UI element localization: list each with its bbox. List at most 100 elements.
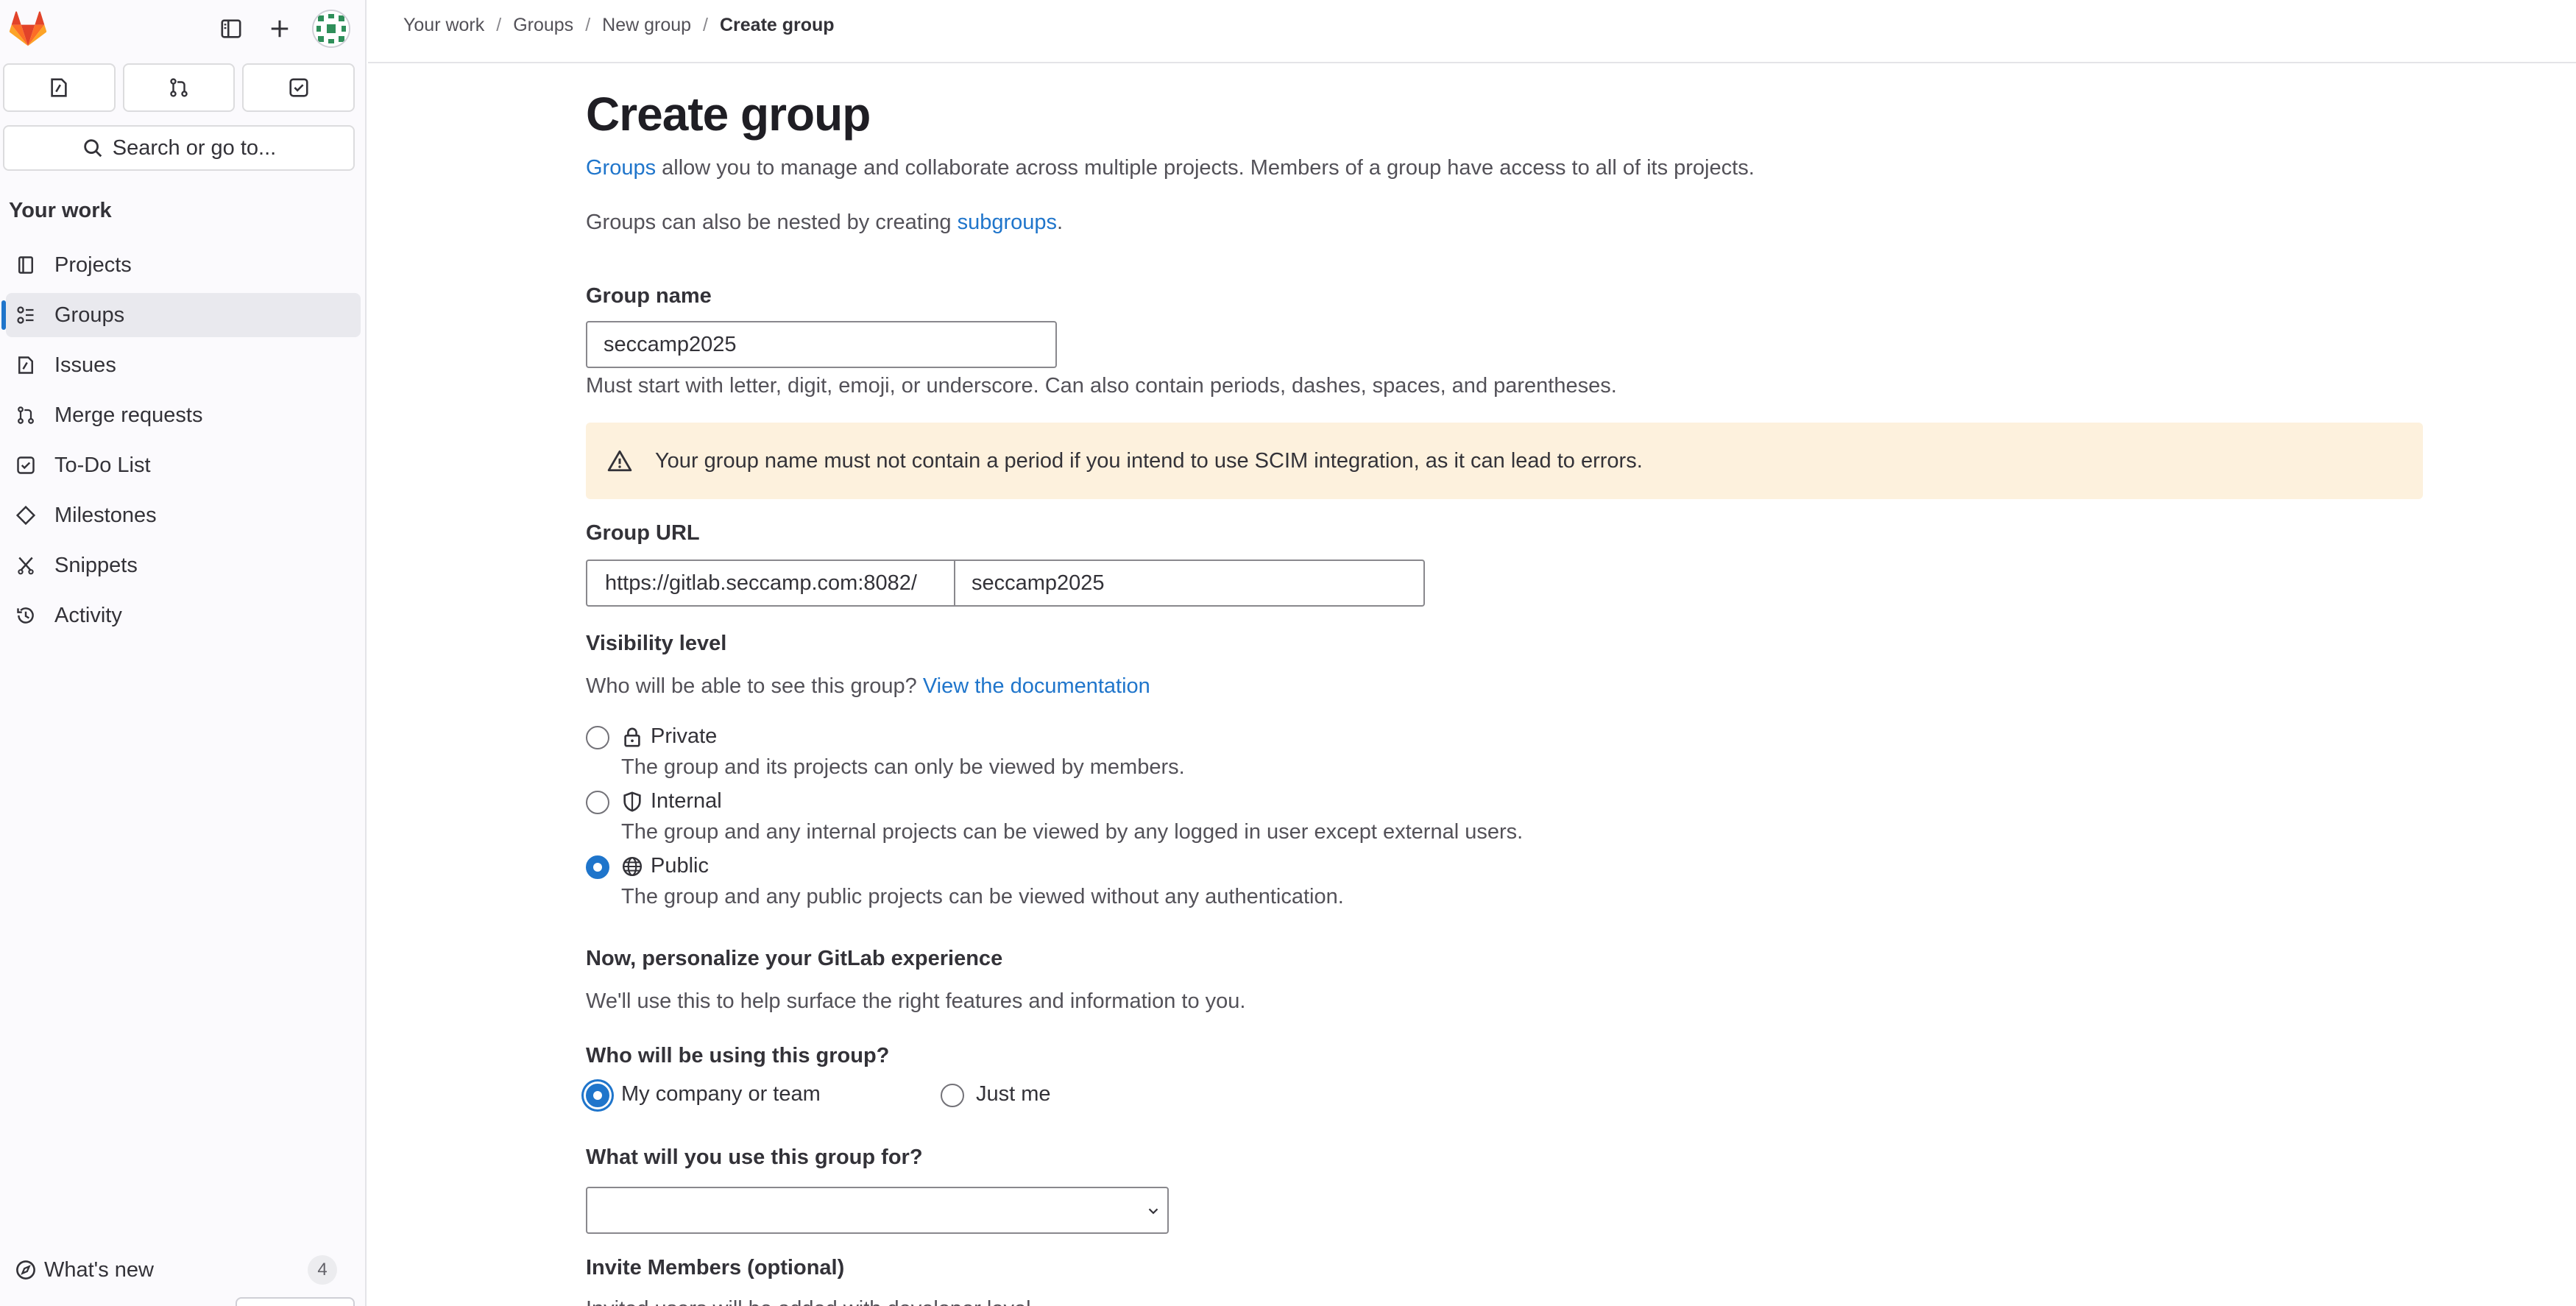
shield-icon — [623, 791, 641, 812]
merge-request-icon — [9, 393, 43, 437]
sidebar-item-label: To-Do List — [54, 453, 151, 477]
sidebar-item-todo-list[interactable]: To-Do List — [6, 443, 361, 487]
todos-button[interactable] — [242, 63, 355, 112]
merge-request-icon — [170, 78, 188, 97]
company-or-team-option[interactable]: My company or team — [621, 1082, 821, 1106]
scim-warning-text: Your group name must not contain a perio… — [655, 448, 1643, 473]
sidebar-item-projects[interactable]: Projects — [6, 243, 361, 287]
subgroups-note: Groups can also be nested by creating su… — [586, 211, 1063, 235]
visibility-public-radio[interactable] — [586, 855, 609, 879]
groups-intro-text: allow you to manage and collaborate acro… — [656, 156, 1755, 180]
visibility-question: Who will be able to see this group? View… — [586, 674, 1150, 699]
visibility-private-label: Private — [651, 724, 718, 748]
lock-icon — [624, 727, 640, 746]
group-name-help: Must start with letter, digit, emoji, or… — [586, 374, 1617, 398]
sidebar-item-label: Projects — [54, 253, 132, 277]
search-label: Search or go to... — [112, 135, 277, 160]
visibility-private-radio[interactable] — [586, 726, 609, 749]
sidebar-item-snippets[interactable]: Snippets — [6, 543, 361, 587]
merge-requests-button[interactable] — [122, 63, 236, 112]
who-using-label: Who will be using this group? — [586, 1044, 890, 1067]
gitlab-app: Search or go to... Your work Projects Gr… — [0, 0, 2576, 1306]
history-icon — [9, 593, 43, 638]
assigned-issues-button[interactable] — [3, 63, 116, 112]
visibility-public-label: Public — [651, 854, 709, 878]
sidebar: Search or go to... Your work Projects Gr… — [0, 0, 367, 1306]
scim-warning-alert: Your group name must not contain a perio… — [586, 423, 2423, 499]
sidebar-nav: Projects Groups Issues Merge requests To… — [0, 243, 367, 643]
breadcrumb-separator: / — [496, 15, 502, 35]
sidebar-toggle-icon[interactable] — [215, 13, 247, 45]
visibility-question-text: Who will be able to see this group? — [586, 674, 923, 698]
personalize-desc: We'll use this to help surface the right… — [586, 989, 1246, 1013]
subgroups-note-end: . — [1057, 211, 1064, 234]
visibility-docs-link[interactable]: View the documentation — [923, 674, 1150, 698]
compass-icon — [16, 1260, 35, 1279]
sidebar-counters — [3, 63, 355, 112]
page-title: Create group — [586, 88, 871, 141]
invite-members-title: Invite Members (optional) — [586, 1256, 845, 1279]
main-content: Create group Groups allow you to manage … — [586, 0, 2426, 1306]
sidebar-item-label: Activity — [54, 603, 122, 627]
create-new-plus-icon[interactable] — [263, 13, 296, 45]
group-name-label: Group name — [586, 284, 712, 308]
visibility-internal-label: Internal — [651, 789, 722, 813]
group-name-input[interactable] — [586, 321, 1057, 368]
help-button[interactable] — [236, 1297, 355, 1306]
snippet-icon — [9, 543, 43, 587]
todo-icon — [289, 78, 308, 97]
sidebar-footer: What's new 4 — [0, 1249, 367, 1291]
visibility-private-desc: The group and its projects can only be v… — [621, 755, 1185, 779]
sidebar-item-label: Milestones — [54, 503, 157, 527]
search-icon — [84, 139, 102, 158]
visibility-level-label: Visibility level — [586, 632, 727, 655]
milestone-icon — [9, 493, 43, 537]
breadcrumb-groups[interactable]: Groups — [513, 15, 573, 36]
earth-icon — [622, 856, 643, 876]
sidebar-item-label: Issues — [54, 353, 116, 377]
group-use-select[interactable] — [586, 1187, 1169, 1234]
visibility-private-option[interactable]: Private — [621, 724, 717, 749]
search-button[interactable]: Search or go to... — [3, 125, 355, 171]
visibility-internal-radio[interactable] — [586, 791, 609, 814]
sidebar-item-merge-requests[interactable]: Merge requests — [6, 393, 361, 437]
subgroups-link[interactable]: subgroups — [958, 211, 1057, 234]
just-me-option[interactable]: Just me — [976, 1082, 1051, 1106]
group-use-label: What will you use this group for? — [586, 1146, 923, 1169]
subgroups-note-text: Groups can also be nested by creating — [586, 211, 958, 234]
breadcrumb-your-work[interactable]: Your work — [403, 15, 484, 36]
user-avatar[interactable] — [312, 10, 350, 48]
sidebar-item-label: Merge requests — [54, 403, 203, 427]
group-url-label: Group URL — [586, 521, 700, 545]
visibility-public-option[interactable]: Public — [621, 854, 709, 878]
whats-new-label: What's new — [44, 1257, 154, 1282]
sidebar-item-groups[interactable]: Groups — [1, 293, 361, 337]
sidebar-item-issues[interactable]: Issues — [6, 343, 361, 387]
groups-intro: Groups allow you to manage and collabora… — [586, 156, 1755, 180]
whats-new-button[interactable]: What's new — [15, 1258, 154, 1282]
sidebar-item-label: Groups — [54, 303, 125, 327]
issues-icon — [51, 78, 68, 97]
sidebar-item-milestones[interactable]: Milestones — [6, 493, 361, 537]
visibility-internal-option[interactable]: Internal — [621, 789, 722, 813]
chevron-down-icon — [1142, 1200, 1164, 1222]
warning-icon — [602, 443, 637, 479]
invite-members-desc: Invited users will be added with develop… — [586, 1297, 1031, 1306]
company-or-team-radio[interactable] — [586, 1084, 609, 1107]
group-url-input[interactable] — [954, 560, 1425, 607]
project-icon — [9, 243, 43, 287]
group-url-prefix: https://gitlab.seccamp.com:8082/ — [586, 560, 954, 607]
just-me-radio[interactable] — [941, 1084, 964, 1107]
groups-help-link[interactable]: Groups — [586, 156, 656, 180]
group-icon — [9, 293, 43, 337]
sidebar-item-label: Snippets — [54, 553, 138, 577]
todo-icon — [9, 443, 43, 487]
sidebar-item-activity[interactable]: Activity — [6, 593, 361, 638]
sidebar-header — [0, 0, 367, 57]
personalize-title: Now, personalize your GitLab experience — [586, 947, 1003, 970]
gitlab-logo-icon[interactable] — [7, 10, 49, 47]
sidebar-section-title: Your work — [9, 199, 112, 222]
visibility-internal-desc: The group and any internal projects can … — [621, 820, 1524, 844]
visibility-public-desc: The group and any public projects can be… — [621, 885, 1344, 908]
whats-new-count-badge: 4 — [308, 1255, 337, 1285]
